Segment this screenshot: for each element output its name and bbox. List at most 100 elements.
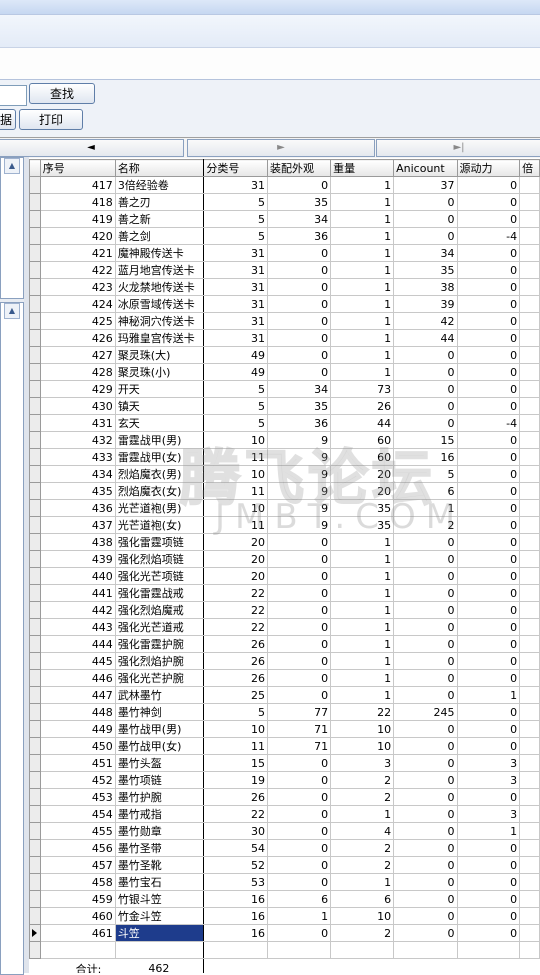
category-cell[interactable]: 10	[203, 499, 268, 517]
category-cell[interactable]: 22	[203, 584, 268, 602]
category-cell[interactable]: 31	[203, 176, 268, 194]
power-cell[interactable]: 1	[456, 822, 521, 840]
column-header[interactable]: Anicount	[393, 159, 458, 177]
power-cell[interactable]: 0	[456, 550, 521, 568]
anicount-cell[interactable]: 0	[393, 856, 458, 874]
appearance-cell[interactable]: 9	[266, 516, 332, 534]
weight-cell[interactable]: 1	[330, 193, 395, 211]
appearance-cell[interactable]: 0	[266, 788, 332, 806]
weight-cell[interactable]: 22	[330, 703, 395, 721]
row-selector[interactable]	[29, 516, 41, 534]
table-row[interactable]: 432 雷霆战甲(男) 10 9 60 15 0	[29, 431, 540, 449]
category-cell[interactable]: 11	[203, 737, 268, 755]
anicount-cell[interactable]: 0	[393, 822, 458, 840]
name-cell[interactable]: 光芒道袍(女)	[114, 516, 205, 534]
name-cell[interactable]: 魔神殿传送卡	[114, 244, 205, 262]
table-row[interactable]: 421 魔神殿传送卡 31 0 1 34 0	[29, 244, 540, 262]
appearance-cell[interactable]: 77	[266, 703, 332, 721]
category-cell[interactable]: 22	[203, 805, 268, 823]
anicount-cell[interactable]: 0	[393, 924, 458, 942]
appearance-cell[interactable]: 0	[266, 652, 332, 670]
weight-cell[interactable]: 44	[330, 414, 395, 432]
appearance-cell[interactable]: 0	[266, 771, 332, 789]
anicount-cell[interactable]: 0	[393, 720, 458, 738]
id-cell[interactable]: 440	[39, 567, 116, 585]
id-cell[interactable]: 453	[39, 788, 116, 806]
row-selector[interactable]	[29, 669, 41, 687]
row-selector[interactable]	[29, 482, 41, 500]
row-selector[interactable]	[29, 822, 41, 840]
anicount-cell[interactable]: 42	[393, 312, 458, 330]
table-row[interactable]: 448 墨竹神剑 5 77 22 245 0	[29, 703, 540, 721]
table-row[interactable]: 456 墨竹圣带 54 0 2 0 0	[29, 839, 540, 857]
weight-cell[interactable]: 1	[330, 635, 395, 653]
table-row[interactable]: 418 善之刃 5 35 1 0 0	[29, 193, 540, 211]
last-record-button[interactable]: ►|	[376, 139, 540, 157]
weight-cell[interactable]: 1	[330, 652, 395, 670]
row-selector[interactable]	[29, 737, 41, 755]
left-list-top[interactable]	[0, 157, 24, 299]
row-selector[interactable]	[29, 295, 41, 313]
column-header[interactable]: 名称	[114, 159, 205, 177]
anicount-cell[interactable]: 0	[393, 771, 458, 789]
table-row[interactable]: 461 斗笠 16 0 2 0 0	[29, 924, 540, 942]
anicount-cell[interactable]: 0	[393, 652, 458, 670]
appearance-cell[interactable]: 0	[266, 567, 332, 585]
weight-cell[interactable]: 1	[330, 363, 395, 381]
power-cell[interactable]: -4	[456, 227, 521, 245]
appearance-cell[interactable]: 71	[266, 737, 332, 755]
anicount-cell[interactable]: 0	[393, 907, 458, 925]
table-row[interactable]: 452 墨竹项链 19 0 2 0 3	[29, 771, 540, 789]
power-cell[interactable]: 0	[456, 924, 521, 942]
appearance-cell[interactable]: 9	[266, 431, 332, 449]
column-header[interactable]: 装配外观	[266, 159, 332, 177]
anicount-cell[interactable]: 0	[393, 363, 458, 381]
row-selector[interactable]	[29, 465, 41, 483]
category-cell[interactable]: 26	[203, 635, 268, 653]
table-row[interactable]: 447 武林墨竹 25 0 1 0 1	[29, 686, 540, 704]
id-cell[interactable]: 454	[39, 805, 116, 823]
category-cell[interactable]: 31	[203, 261, 268, 279]
category-cell[interactable]: 26	[203, 788, 268, 806]
search-input[interactable]	[0, 85, 27, 106]
row-selector[interactable]	[29, 720, 41, 738]
power-cell[interactable]: 0	[456, 584, 521, 602]
row-selector[interactable]	[29, 584, 41, 602]
name-cell[interactable]: 强化雷霆项链	[114, 533, 205, 551]
row-selector[interactable]	[29, 550, 41, 568]
row-selector[interactable]	[29, 397, 41, 415]
weight-cell[interactable]: 10	[330, 907, 395, 925]
name-cell[interactable]: 雷霆战甲(女)	[114, 448, 205, 466]
anicount-cell[interactable]: 44	[393, 329, 458, 347]
name-cell[interactable]: 善之新	[114, 210, 205, 228]
power-cell[interactable]: 0	[456, 703, 521, 721]
appearance-cell[interactable]: 36	[266, 227, 332, 245]
anicount-cell[interactable]: 37	[393, 176, 458, 194]
prev-record-button[interactable]: ◄	[0, 139, 184, 157]
category-cell[interactable]: 22	[203, 618, 268, 636]
anicount-cell[interactable]: 16	[393, 448, 458, 466]
id-cell[interactable]: 456	[39, 839, 116, 857]
id-cell[interactable]: 420	[39, 227, 116, 245]
table-row[interactable]: 438 强化雷霆项链 20 0 1 0 0	[29, 533, 540, 551]
anicount-cell[interactable]: 0	[393, 584, 458, 602]
power-cell[interactable]: 0	[456, 193, 521, 211]
table-row[interactable]: 451 墨竹头盔 15 0 3 0 3	[29, 754, 540, 772]
id-cell[interactable]: 449	[39, 720, 116, 738]
name-cell[interactable]: 镇天	[114, 397, 205, 415]
id-cell[interactable]: 459	[39, 890, 116, 908]
anicount-cell[interactable]: 0	[393, 669, 458, 687]
category-cell[interactable]: 30	[203, 822, 268, 840]
weight-cell[interactable]: 2	[330, 788, 395, 806]
id-cell[interactable]: 418	[39, 193, 116, 211]
power-cell[interactable]: 0	[456, 448, 521, 466]
category-cell[interactable]: 5	[203, 397, 268, 415]
name-cell[interactable]: 墨竹神剑	[114, 703, 205, 721]
anicount-cell[interactable]: 1	[393, 499, 458, 517]
row-selector[interactable]	[29, 567, 41, 585]
table-row[interactable]: 442 强化烈焰魔戒 22 0 1 0 0	[29, 601, 540, 619]
power-cell[interactable]: 0	[456, 176, 521, 194]
id-cell[interactable]: 435	[39, 482, 116, 500]
row-selector[interactable]	[29, 907, 41, 925]
power-cell[interactable]: 0	[456, 261, 521, 279]
